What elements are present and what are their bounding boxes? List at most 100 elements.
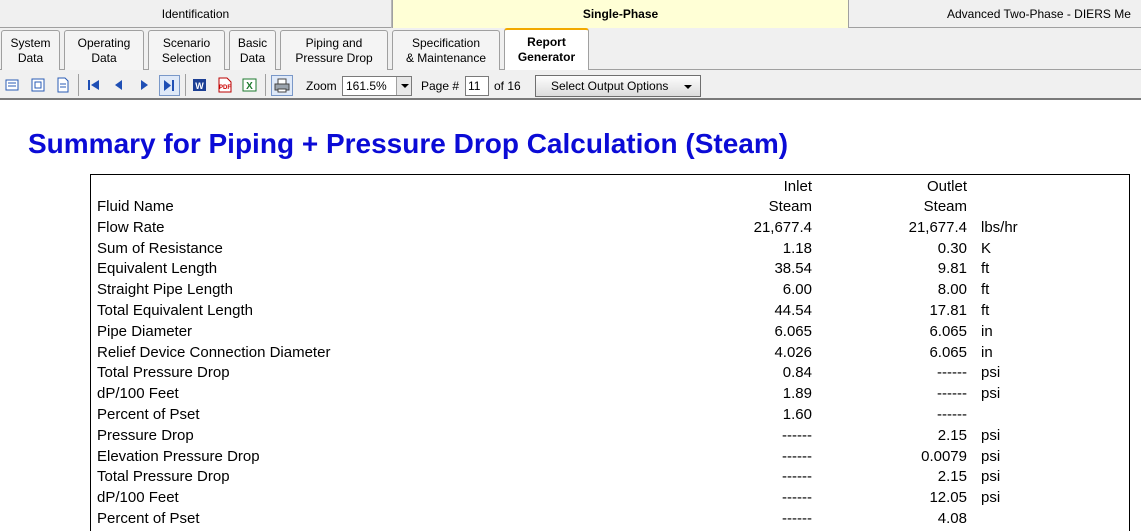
tab-label-line1: Report <box>527 35 566 49</box>
row-label: Equivalent Length <box>97 260 218 277</box>
tab-label-line2: Data <box>239 51 266 65</box>
export-excel-icon[interactable]: X <box>242 77 258 93</box>
svg-text:X: X <box>246 81 253 92</box>
document-icon[interactable] <box>55 77 71 93</box>
tab-label-line1: System <box>10 36 51 50</box>
select-output-options-dropdown[interactable]: Select Output Options <box>535 75 701 97</box>
inlet-value: ------ <box>782 427 812 444</box>
tab-report-generator[interactable]: Report Generator <box>504 28 589 70</box>
outlet-value: Steam <box>923 198 967 215</box>
tab-label-line2: & Maintenance <box>405 51 487 65</box>
inlet-value: ------ <box>782 489 812 506</box>
export-pdf-icon[interactable]: PDF <box>217 77 233 93</box>
mode-tab-bar: Identification Single-Phase Advanced Two… <box>0 0 1141 29</box>
inlet-value: ------ <box>782 468 812 485</box>
inlet-value: 0.84 <box>782 364 812 381</box>
first-page-icon[interactable] <box>86 77 102 93</box>
outlet-value: ------ <box>937 385 967 402</box>
sub-tab-bar: System Data Operating Data Scenario Sele… <box>0 28 1141 70</box>
row-label: Flow Rate <box>97 219 165 236</box>
column-header-outlet: Outlet <box>926 178 967 195</box>
page-number-input[interactable]: 11 <box>465 76 489 96</box>
page-total: of 16 <box>494 79 521 93</box>
print-icon[interactable] <box>271 75 293 96</box>
tab-single-phase[interactable]: Single-Phase <box>392 0 849 29</box>
row-label: Total Pressure Drop <box>97 468 230 485</box>
unit-label: ft <box>981 281 990 298</box>
unit-label: K <box>981 240 992 257</box>
unit-label: psi <box>981 427 1001 444</box>
table-row: Percent of Pset 1.60 ------ <box>0 406 1141 427</box>
inlet-value: 1.60 <box>782 406 812 423</box>
unit-label: ft <box>981 260 990 277</box>
inlet-value: 44.54 <box>774 302 812 319</box>
tab-operating-data[interactable]: Operating Data <box>64 30 144 70</box>
tab-scenario-selection[interactable]: Scenario Selection <box>148 30 225 70</box>
outlet-value: 17.81 <box>929 302 967 319</box>
unit-label: lbs/hr <box>981 219 1018 236</box>
tab-identification[interactable]: Identification <box>0 0 392 28</box>
outlet-value: 21,677.4 <box>908 219 967 236</box>
row-label: dP/100 Feet <box>97 489 179 506</box>
page-width-icon[interactable] <box>5 77 21 93</box>
report-toolbar: W PDF X Zoom 161.5% Page # 11 of 16 Sele… <box>0 70 1141 100</box>
table-row: Straight Pipe Length 6.00 8.00 ft <box>0 281 1141 302</box>
inlet-value: Steam <box>768 198 812 215</box>
tab-label-line2: Pressure Drop <box>295 51 373 65</box>
select-output-label: Select Output Options <box>551 79 669 93</box>
toolbar-separator <box>265 74 266 96</box>
unit-label: in <box>981 323 993 340</box>
report-title: Summary for Piping + Pressure Drop Calcu… <box>28 128 789 159</box>
last-page-icon[interactable] <box>159 75 180 96</box>
row-label: Pipe Diameter <box>97 323 193 340</box>
unit-label: psi <box>981 385 1001 402</box>
table-row: Elevation Pressure Drop ------ 0.0079 psi <box>0 448 1141 469</box>
row-label: Sum of Resistance <box>97 240 223 257</box>
chevron-down-icon[interactable] <box>396 77 411 95</box>
inlet-value: ------ <box>782 510 812 527</box>
table-row: Pressure Drop ------ 2.15 psi <box>0 427 1141 448</box>
unit-label: ft <box>981 302 990 319</box>
table-row: Equivalent Length 38.54 9.81 ft <box>0 260 1141 281</box>
outlet-value: 8.00 <box>937 281 967 298</box>
unit-label: in <box>981 344 993 361</box>
whole-page-icon[interactable] <box>30 77 46 93</box>
export-word-icon[interactable]: W <box>192 77 208 93</box>
page-label: Page # <box>421 79 460 93</box>
next-page-icon[interactable] <box>136 77 152 93</box>
row-label: Total Pressure Drop <box>97 364 230 381</box>
tab-label-line2: Data <box>91 51 117 65</box>
outlet-value: 2.15 <box>937 427 967 444</box>
tab-label-line2: Selection <box>161 51 212 65</box>
table-row: dP/100 Feet 1.89 ------ psi <box>0 385 1141 406</box>
table-row: Percent of Pset ------ 4.08 <box>0 510 1141 531</box>
unit-label: psi <box>981 448 1001 465</box>
tab-advanced-two-phase[interactable]: Advanced Two-Phase - DIERS Me <box>849 0 1141 28</box>
tab-piping-pressure-drop[interactable]: Piping and Pressure Drop <box>280 30 388 70</box>
outlet-value: 6.065 <box>929 344 967 361</box>
table-row: Sum of Resistance 1.18 0.30 K <box>0 240 1141 261</box>
row-label: Relief Device Connection Diameter <box>97 344 331 361</box>
tab-label-line1: Specification <box>411 36 481 50</box>
row-label: Percent of Pset <box>97 406 200 423</box>
tab-system-data[interactable]: System Data <box>1 30 60 70</box>
table-row: Flow Rate 21,677.4 21,677.4 lbs/hr <box>0 219 1141 240</box>
row-label: Pressure Drop <box>97 427 194 444</box>
toolbar-separator <box>185 74 186 96</box>
outlet-value: 9.81 <box>937 260 967 277</box>
zoom-select[interactable]: 161.5% <box>342 76 412 96</box>
tab-label-line1: Piping and <box>305 36 363 50</box>
outlet-value: 2.15 <box>937 468 967 485</box>
tab-basic-data[interactable]: Basic Data <box>229 30 276 70</box>
previous-page-icon[interactable] <box>111 77 127 93</box>
zoom-value: 161.5% <box>346 79 387 93</box>
svg-text:W: W <box>195 81 204 91</box>
table-row: Total Equivalent Length 44.54 17.81 ft <box>0 302 1141 323</box>
table-row: Fluid Name Steam Steam <box>0 198 1141 219</box>
tab-specification-maintenance[interactable]: Specification & Maintenance <box>392 30 500 70</box>
outlet-value: 4.08 <box>937 510 967 527</box>
inlet-value: 4.026 <box>774 344 812 361</box>
row-label: Elevation Pressure Drop <box>97 448 260 465</box>
inlet-value: 6.00 <box>782 281 812 298</box>
tab-label-line1: Basic <box>237 36 268 50</box>
